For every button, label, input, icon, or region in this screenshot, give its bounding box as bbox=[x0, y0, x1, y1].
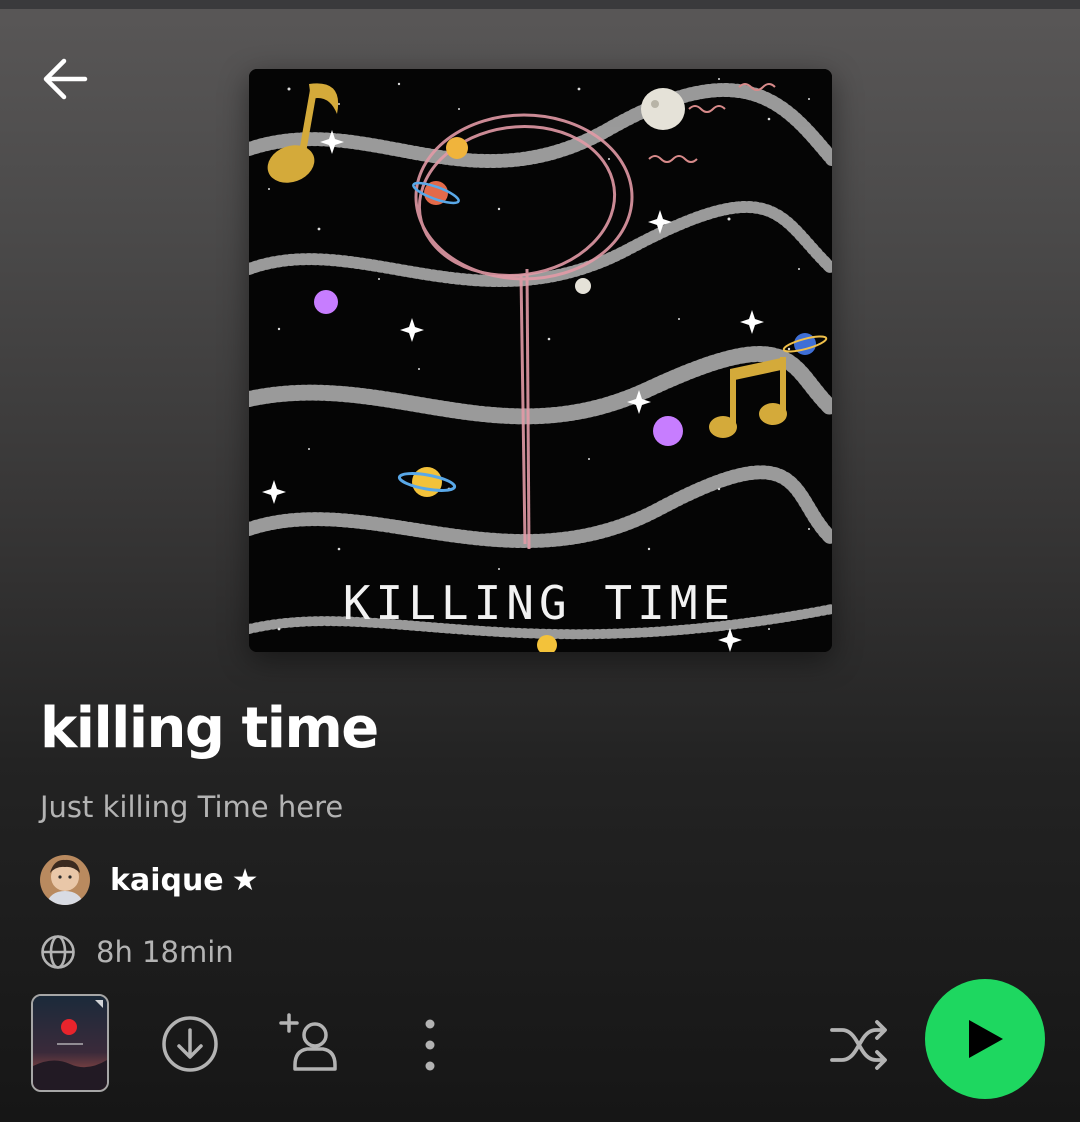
owner-name[interactable]: kaique bbox=[110, 863, 224, 898]
playlist-cover: KILLING TIME bbox=[249, 69, 832, 652]
owner-star-badge: ★ bbox=[231, 862, 259, 898]
add-collaborator-button[interactable] bbox=[278, 1012, 342, 1076]
more-vertical-icon bbox=[425, 1019, 435, 1071]
status-bar-strip bbox=[0, 0, 1080, 9]
globe-icon bbox=[41, 935, 75, 969]
playlist-title: killing time bbox=[40, 696, 379, 761]
more-options-button[interactable] bbox=[412, 1014, 448, 1074]
preview-thumbnail[interactable] bbox=[31, 994, 109, 1092]
add-user-icon bbox=[279, 1013, 337, 1071]
cover-text: KILLING TIME bbox=[343, 576, 735, 630]
shuffle-icon bbox=[830, 1020, 887, 1070]
download-icon bbox=[162, 1016, 218, 1072]
play-button[interactable] bbox=[925, 979, 1045, 1099]
back-button[interactable] bbox=[36, 52, 94, 106]
arrow-left-icon bbox=[43, 58, 88, 100]
playlist-description: Just killing Time here bbox=[40, 790, 344, 824]
download-button[interactable] bbox=[160, 1014, 220, 1074]
playlist-duration: 8h 18min bbox=[96, 935, 234, 969]
playlist-owner[interactable]: kaique ★ bbox=[40, 855, 259, 905]
playlist-meta: 8h 18min bbox=[40, 933, 234, 971]
play-icon bbox=[969, 1020, 1003, 1058]
avatar[interactable] bbox=[40, 855, 90, 905]
shuffle-button[interactable] bbox=[826, 1012, 892, 1078]
